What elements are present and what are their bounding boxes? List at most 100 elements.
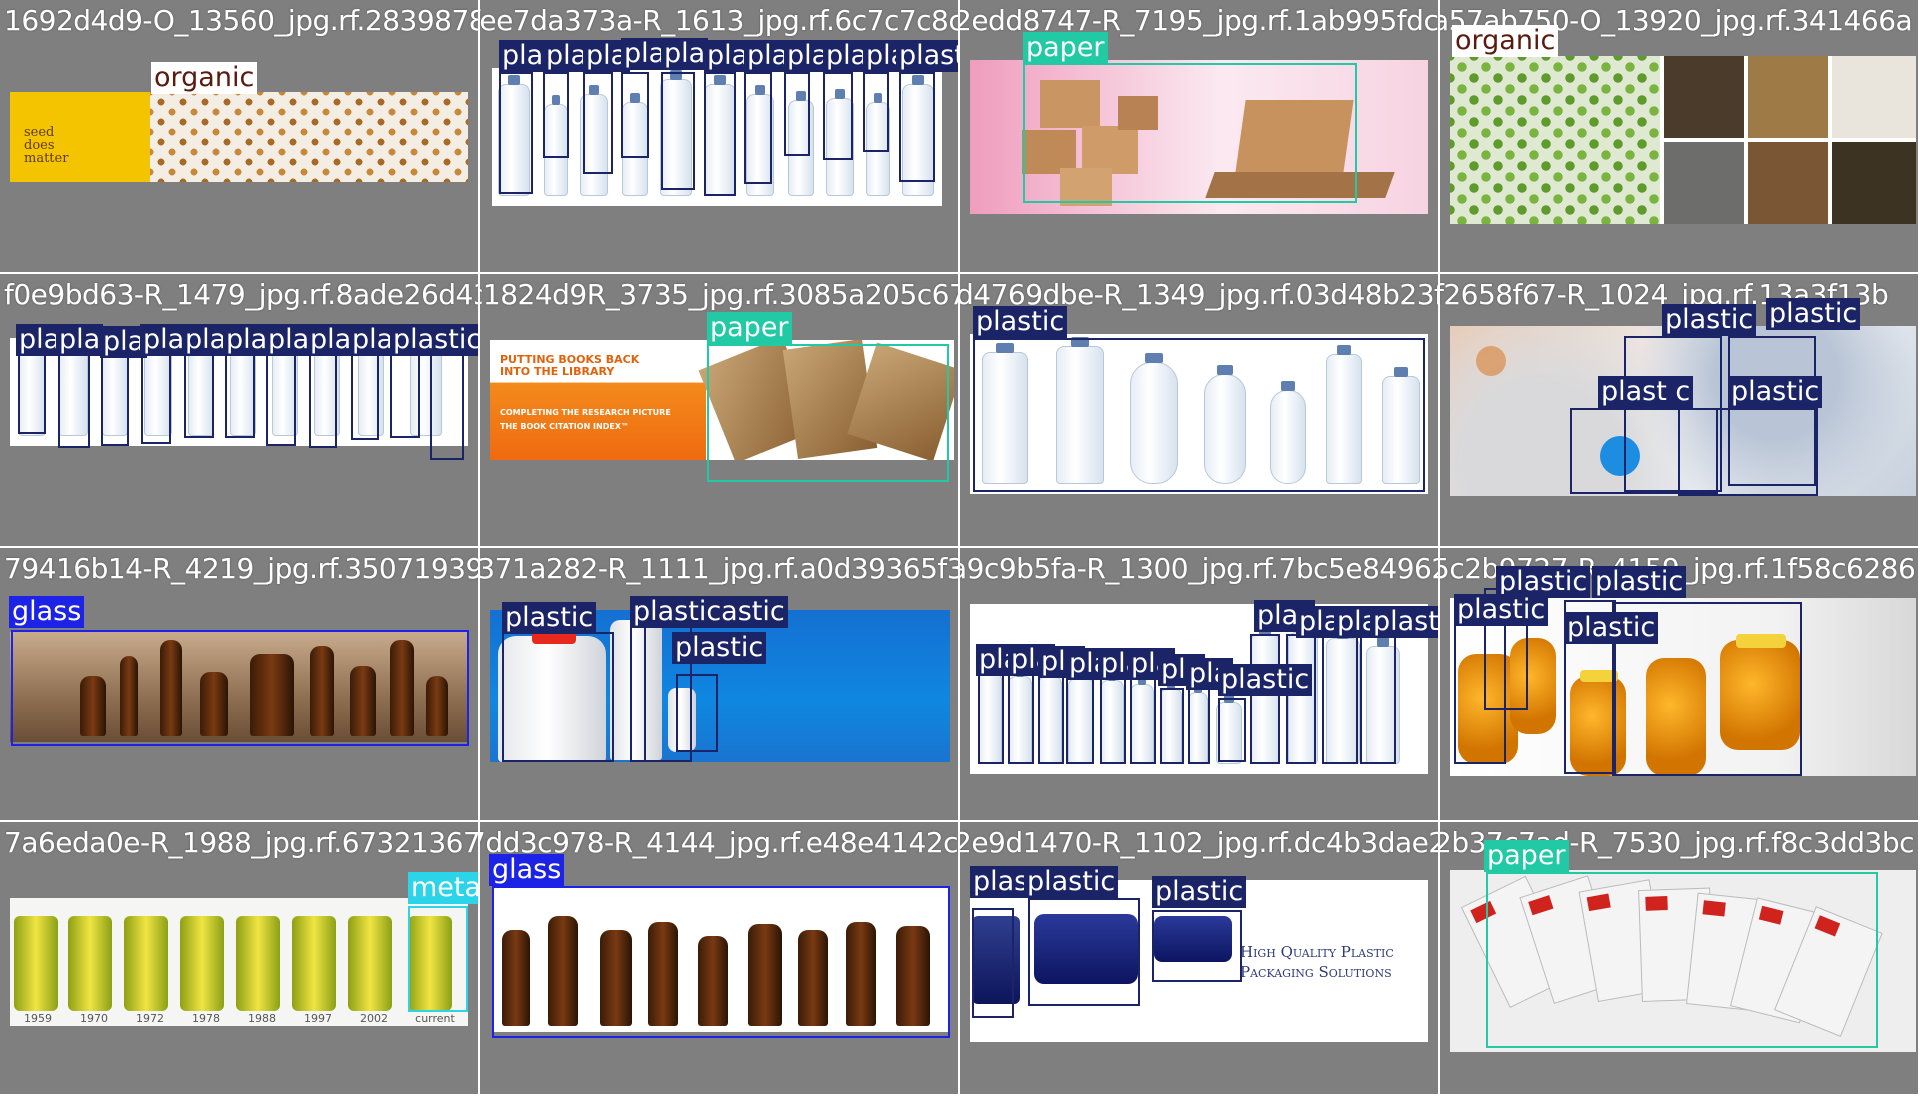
- tile-title: d371a282-R_1111_jpg.rf.a0d39365f33c9fa8f…: [480, 552, 958, 585]
- photo-text: 1997: [304, 1012, 332, 1025]
- mosaic-tile[interactable]: 1692d4d9-O_13560_jpg.rf.283987816c7d6372…: [0, 0, 478, 272]
- bbox-plastic: [1322, 634, 1358, 764]
- label-plastic: plas: [970, 866, 1032, 898]
- tile-title: c1824d9R_3735_jpg.rf.3085a205c6789dbe: [480, 278, 958, 311]
- bbox-plastic: [309, 350, 337, 448]
- photo-text: 1959: [24, 1012, 52, 1025]
- photo-text: Packaging Solutions: [1240, 963, 1392, 981]
- bbox-plastic: [1286, 634, 1316, 764]
- bbox-metal: [408, 906, 468, 1012]
- bbox-plastic: [973, 338, 1425, 492]
- mosaic-tile[interactable]: fee7da373a-R_1613_jpg.rf.6c7c7c8cea3c974…: [480, 0, 958, 272]
- label-plastic: pla: [223, 324, 271, 356]
- mosaic-tile[interactable]: 7a6eda0e-R_1988_jpg.rf.673213677b18c978 …: [0, 822, 478, 1094]
- mosaic-tile[interactable]: d4769dbe-R_1349_jpg.rf.03d48b23f32658fe …: [960, 274, 1438, 546]
- label-paper: paper: [1484, 840, 1569, 872]
- mosaic-tile[interactable]: 5c2b9727-R_4159_jpg.rf.1f58c6286 plastic…: [1440, 548, 1918, 820]
- bbox-plastic: [899, 72, 935, 182]
- mosaic-tile[interactable]: 7dd3c978-R_4144_jpg.rf.e48e4142ca7d31170…: [480, 822, 958, 1094]
- label-glass: glass: [489, 854, 565, 886]
- tile-title: 2e9d1470-R_1102_jpg.rf.dc4b3dae2b3072c: [960, 826, 1438, 859]
- bbox-plastic: [1152, 910, 1242, 982]
- bbox-plastic: [58, 350, 90, 448]
- bbox-plastic: [225, 350, 255, 438]
- label-plastic: plastic: [672, 632, 767, 664]
- bbox-plastic: [1188, 688, 1210, 764]
- bbox-plastic: [1678, 408, 1818, 496]
- label-plastic: plasticastic: [630, 596, 788, 628]
- label-glass: glass: [9, 596, 85, 628]
- photo-text: 2002: [360, 1012, 388, 1025]
- photo-text: matter: [24, 151, 69, 166]
- mosaic-tile[interactable]: 79416b14-R_4219_jpg.rf.35071939b33769282…: [0, 548, 478, 820]
- mosaic-tile[interactable]: 2b37c7ad-R_7530_jpg.rf.f8c3dd3bc paper: [1440, 822, 1918, 1094]
- bbox-plastic: [676, 674, 718, 752]
- bbox-plastic: [972, 908, 1014, 1018]
- mosaic-tile[interactable]: a9c9b5fa-R_1300_jpg.rf.7bc5e849628d7737: [960, 548, 1438, 820]
- mosaic-tile[interactable]: f2658f67-R_1024_jpg.rf.13a3f13b plastic …: [1440, 274, 1918, 546]
- photo-text: INTO THE LIBRARY: [500, 365, 615, 378]
- label-organic: organic: [151, 62, 258, 94]
- bbox-plastic: [351, 350, 379, 440]
- photo-text: 1978: [192, 1012, 220, 1025]
- tile-title: 79416b14-R_4219_jpg.rf.35071939b33769282…: [4, 552, 478, 585]
- tile-title: a9c9b5fa-R_1300_jpg.rf.7bc5e849628d7737: [960, 552, 1438, 585]
- bbox-glass: [492, 886, 950, 1038]
- bbox-plastic: [744, 72, 772, 184]
- label-plastic: plastic: [1592, 566, 1687, 598]
- bbox-glass: [11, 630, 469, 746]
- bbox-plastic: [1066, 674, 1094, 764]
- label-metal: metal: [408, 872, 478, 904]
- bbox-plastic: [1250, 634, 1280, 764]
- photo-text: 1970: [80, 1012, 108, 1025]
- mosaic-tile[interactable]: c1824d9R_3735_jpg.rf.3085a205c6789dbe PU…: [480, 274, 958, 546]
- label-plastic: plastic: [1564, 612, 1659, 644]
- mosaic-tile[interactable]: 2edd8747-R_7195_jpg.rf.1ab995fdc63d1750 …: [960, 0, 1438, 272]
- bbox-paper: [1023, 63, 1357, 203]
- label-plastic: plastic: [1766, 298, 1861, 330]
- label-plastic: plastic: [1218, 664, 1313, 696]
- bbox-plastic: [823, 72, 853, 160]
- label-organic: organic: [1452, 25, 1559, 57]
- photo-text: COMPLETING THE RESEARCH PICTURE: [500, 408, 671, 417]
- bbox-plastic: [1218, 698, 1246, 762]
- label-plastic: plastic: [1024, 866, 1119, 898]
- bbox-plastic: [18, 350, 46, 434]
- bbox-plastic: [583, 72, 613, 174]
- label-plastic: plastic: [502, 602, 597, 634]
- photo-text: 1988: [248, 1012, 276, 1025]
- bbox-plastic: [1100, 674, 1126, 764]
- bbox-plastic: [1130, 674, 1156, 764]
- mosaic-tile[interactable]: a57ab750-O_13920_jpg.rf.341466a organic: [1440, 0, 1918, 272]
- label-plastic: plast c: [1598, 376, 1694, 408]
- tile-title: fee7da373a-R_1613_jpg.rf.6c7c7c8cea3c974…: [480, 4, 958, 37]
- bbox-plastic: [101, 350, 129, 446]
- label-plastic: plastic: [1728, 376, 1823, 408]
- label-plastic: pla: [661, 38, 709, 70]
- tile-photo: seed does matter: [10, 92, 468, 182]
- label-plastic: pla: [56, 324, 104, 356]
- label-plastic: plastic: [896, 40, 958, 72]
- bbox-plastic: [621, 72, 649, 158]
- label-plastic: plastic: [1662, 304, 1757, 336]
- bbox-plastic: [266, 350, 296, 446]
- tile-photo: 1959 1970 1972 1978 1988 1997 2002 curre…: [10, 898, 468, 1026]
- bbox-paper: [1486, 872, 1878, 1048]
- bbox-plastic: [141, 350, 171, 444]
- photo-text: THE BOOK CITATION INDEX™: [500, 422, 629, 431]
- bbox-plastic: [502, 632, 614, 762]
- bbox-plastic: [430, 350, 464, 460]
- mosaic-tile[interactable]: 2e9d1470-R_1102_jpg.rf.dc4b3dae2b3072c H…: [960, 822, 1438, 1094]
- mosaic-tile[interactable]: d371a282-R_1111_jpg.rf.a0d39365f33c9fa8f…: [480, 548, 958, 820]
- label-plastic: pla: [140, 324, 188, 356]
- bbox-plastic: [661, 72, 695, 190]
- label-plastic: plastic: [973, 306, 1068, 338]
- label-plastic: plastic: [390, 324, 478, 356]
- label-plastic: pla: [307, 324, 355, 356]
- bbox-plastic: [390, 350, 420, 438]
- label-plastic: plastic: [1370, 606, 1438, 638]
- label-paper: paper: [707, 312, 792, 344]
- mosaic-tile[interactable]: f0e9bd63-R_1479_jpg.rf.8ade26d43a47a2469…: [0, 274, 478, 546]
- bbox-plastic: [978, 674, 1004, 764]
- bbox-plastic: [1038, 674, 1064, 764]
